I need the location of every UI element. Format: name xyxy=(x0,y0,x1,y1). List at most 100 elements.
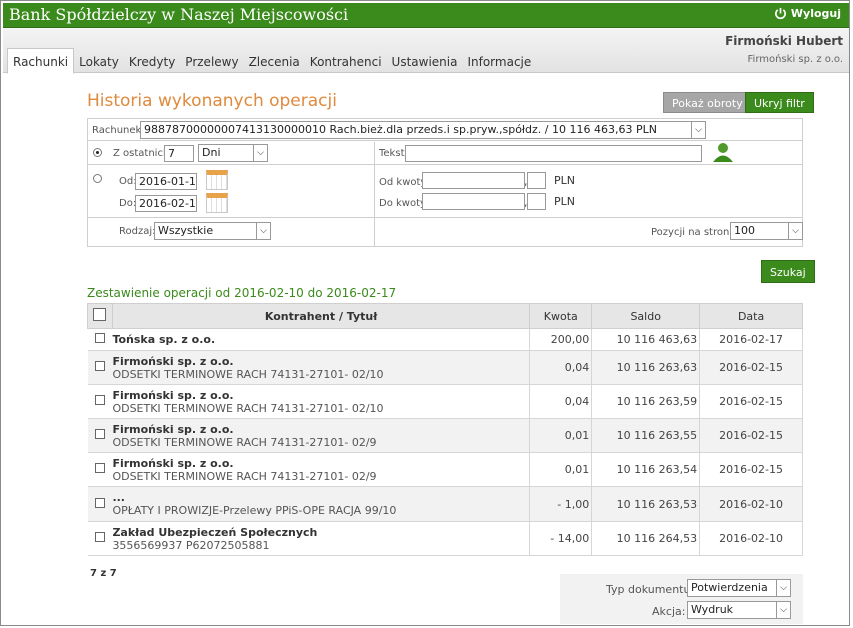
summary-title: Zestawienie operacji od 2016-02-10 do 20… xyxy=(87,286,397,300)
tab-zlecenia[interactable]: Zlecenia xyxy=(244,47,305,73)
table-row[interactable]: Firmoński sp. z o.o. ODSETKI TERMINOWE RA… xyxy=(87,418,803,453)
party-name: Zakład Ubezpieczeń Społecznych xyxy=(112,525,318,539)
balance-cell: 10 116 263,53 xyxy=(591,486,701,522)
main-nav: Rachunki Lokaty Kredyty Przelewy Zleceni… xyxy=(7,45,536,74)
doc-type-label: Typ dokumentu: xyxy=(606,583,695,596)
row-checkbox-cell xyxy=(87,350,113,385)
result-count: 7 z 7 xyxy=(90,568,117,579)
tab-informacje[interactable]: Informacje xyxy=(462,47,536,73)
account-row: Rachunek: 98878700000007413130000010 Rac… xyxy=(88,119,802,141)
row-checkbox[interactable] xyxy=(94,395,105,405)
account-select[interactable]: 98878700000007413130000010 Rach.bież.dla… xyxy=(140,121,706,139)
calendar-icon[interactable] xyxy=(206,193,228,213)
from-date-label: Od: xyxy=(119,176,137,187)
text-input[interactable] xyxy=(405,145,702,162)
select-all-cell xyxy=(87,303,113,329)
balance-cell: 10 116 463,63 xyxy=(591,328,701,351)
tab-przelewy[interactable]: Przelewy xyxy=(180,47,243,73)
chevron-down-icon: ⌵ xyxy=(776,602,790,618)
document-actions-panel: Typ dokumentu: Potwierdzenia ⌵ Akcja: Wy… xyxy=(560,574,803,624)
party-cell: Firmoński sp. z o.o. ODSETKI TERMINOWE RA… xyxy=(112,384,531,419)
transfer-title: 3556569937 P62072505881 xyxy=(112,538,270,552)
date-cell: 2016-02-15 xyxy=(699,350,803,385)
row-checkbox[interactable] xyxy=(94,532,105,542)
tab-ustawienia[interactable]: Ustawienia xyxy=(387,47,463,73)
party-name: Firmoński sp. z o.o. xyxy=(112,422,234,436)
type-label: Rodzaj: xyxy=(119,226,156,237)
transfer-title: ODSETKI TERMINOWE RACH 74131-27101- 02/1… xyxy=(112,367,384,381)
per-page-label: Pozycji na stronie: xyxy=(651,227,742,238)
row-checkbox[interactable] xyxy=(94,429,105,439)
contacts-icon[interactable] xyxy=(712,142,734,162)
table-row[interactable]: Firmoński sp. z o.o. ODSETKI TERMINOWE RA… xyxy=(87,452,803,487)
party-header: Kontrahent / Tytuł xyxy=(111,303,531,329)
per-page-select[interactable]: 100 ⌵ xyxy=(730,222,803,240)
currency-label: PLN xyxy=(554,195,575,208)
row-checkbox[interactable] xyxy=(94,333,105,343)
balance-cell: 10 116 263,54 xyxy=(591,452,701,487)
amount-to-cents[interactable] xyxy=(527,193,546,210)
action-select[interactable]: Wydruk ⌵ xyxy=(687,601,791,619)
operations-table: Kontrahent / Tytuł Kwota Saldo Data Tońs… xyxy=(87,303,803,556)
table-row[interactable]: Tońska sp. z o.o. 200,00 10 116 463,63 2… xyxy=(87,328,803,351)
row-checkbox-cell xyxy=(87,328,113,351)
tab-lokaty[interactable]: Lokaty xyxy=(74,47,124,73)
search-button[interactable]: Szukaj xyxy=(761,260,815,283)
select-all-checkbox[interactable] xyxy=(93,308,107,321)
party-name: Firmoński sp. z o.o. xyxy=(112,388,234,402)
from-date-input[interactable]: 2016-01-17 xyxy=(135,173,197,190)
to-date-input[interactable]: 2016-02-17 xyxy=(135,195,197,212)
tab-kontrahenci[interactable]: Kontrahenci xyxy=(305,47,387,73)
row-checkbox[interactable] xyxy=(94,361,105,371)
account-value: 98878700000007413130000010 Rach.bież.dla… xyxy=(144,123,657,136)
table-row[interactable]: Firmoński sp. z o.o. ODSETKI TERMINOWE RA… xyxy=(87,350,803,385)
hide-filter-button[interactable]: Ukryj filtr xyxy=(745,92,814,113)
last-days-input[interactable]: 7 xyxy=(164,145,194,162)
date-cell: 2016-02-15 xyxy=(699,452,803,487)
page-title: Historia wykonanych operacji xyxy=(87,91,337,111)
app-window: Bank Spółdzielczy w Naszej Miejscowości … xyxy=(0,0,850,626)
last-days-radio[interactable] xyxy=(93,148,102,157)
calendar-icon[interactable] xyxy=(206,170,228,190)
amount-cell: 0,04 xyxy=(529,384,593,419)
party-cell: Firmoński sp. z o.o. ODSETKI TERMINOWE RA… xyxy=(112,350,531,385)
row-checkbox[interactable] xyxy=(94,497,105,508)
power-icon xyxy=(774,7,786,20)
row-checkbox-cell xyxy=(87,486,113,522)
tab-rachunki[interactable]: Rachunki xyxy=(7,48,75,74)
user-company: Firmoński sp. z o.o. xyxy=(747,54,843,65)
amount-cell: 0,01 xyxy=(529,418,593,453)
amount-from-cents[interactable] xyxy=(527,172,546,189)
account-label: Rachunek: xyxy=(92,125,145,136)
balance-cell: 10 116 264,53 xyxy=(591,521,701,556)
amount-from-input[interactable] xyxy=(422,172,525,189)
party-name: ... xyxy=(112,491,125,504)
amount-to-input[interactable] xyxy=(422,193,525,210)
chevron-down-icon: ⌵ xyxy=(256,223,270,239)
row-checkbox[interactable] xyxy=(94,463,105,473)
date-cell: 2016-02-10 xyxy=(699,521,803,556)
logout-button[interactable]: Wyloguj xyxy=(774,7,841,20)
period-select[interactable]: Dni ⌵ xyxy=(198,144,268,162)
amount-cell: 0,01 xyxy=(529,452,593,487)
to-date-label: Do: xyxy=(119,198,137,209)
currency-label: PLN xyxy=(554,174,575,187)
action-value: Wydruk xyxy=(691,603,734,616)
show-turnover-button[interactable]: Pokaż obroty xyxy=(663,92,752,113)
type-row: Rodzaj: Wszystkie ⌵ Pozycji na stronie: … xyxy=(88,218,803,246)
date-cell: 2016-02-10 xyxy=(699,486,803,522)
row-checkbox-cell xyxy=(87,452,113,487)
chevron-down-icon: ⌵ xyxy=(691,122,705,138)
table-row[interactable]: Zakład Ubezpieczeń Społecznych 3556569937… xyxy=(87,521,803,556)
amount-cell: - 1,00 xyxy=(529,486,593,522)
row-checkbox-cell xyxy=(87,384,113,419)
table-row[interactable]: Firmoński sp. z o.o. ODSETKI TERMINOWE RA… xyxy=(87,384,803,419)
action-label: Akcja: xyxy=(652,605,686,618)
date-range-radio[interactable] xyxy=(93,174,102,183)
doc-type-select[interactable]: Potwierdzenia ⌵ xyxy=(687,579,791,597)
date-cell: 2016-02-15 xyxy=(699,418,803,453)
tab-kredyty[interactable]: Kredyty xyxy=(124,47,180,73)
table-row[interactable]: ... OPŁATY I PROWIZJE-Przelewy PPiS-OPE R… xyxy=(87,486,803,522)
user-name: Firmoński Hubert xyxy=(725,34,843,48)
type-select[interactable]: Wszystkie ⌵ xyxy=(154,222,271,240)
